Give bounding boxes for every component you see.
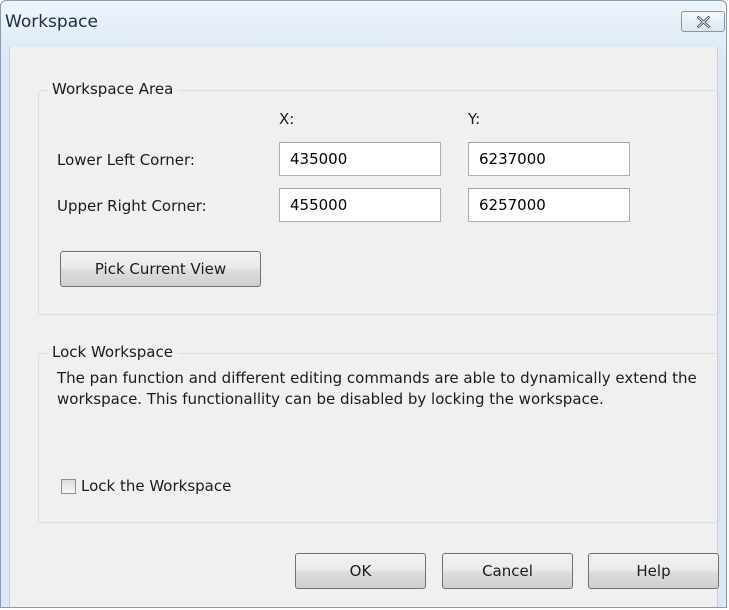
close-icon: [697, 16, 710, 28]
lock-workspace-checkbox-label[interactable]: Lock the Workspace: [81, 477, 231, 495]
window-title: Workspace: [5, 12, 98, 32]
title-bar[interactable]: Workspace: [1, 1, 726, 47]
dialog-body: Workspace Area X: Y: Lower Left Corner: …: [9, 47, 720, 607]
x-column-label: X:: [279, 110, 295, 128]
help-button[interactable]: Help: [588, 553, 719, 589]
lower-left-x-input[interactable]: 435000: [279, 142, 441, 176]
workspace-dialog: Workspace Workspace Area X: Y: Lower Lef…: [0, 0, 727, 608]
workspace-area-group: Workspace Area X: Y: Lower Left Corner: …: [38, 80, 720, 315]
lower-left-y-input[interactable]: 6237000: [468, 142, 630, 176]
upper-right-y-input[interactable]: 6257000: [468, 188, 630, 222]
lock-workspace-checkbox[interactable]: [61, 479, 76, 494]
upper-right-corner-label: Upper Right Corner:: [57, 197, 207, 215]
workspace-area-title: Workspace Area: [47, 80, 179, 98]
lower-left-corner-label: Lower Left Corner:: [57, 151, 195, 169]
ok-button[interactable]: OK: [295, 553, 426, 589]
lock-workspace-description: The pan function and different editing c…: [57, 369, 697, 408]
lock-workspace-group: Lock Workspace The pan function and diff…: [38, 343, 720, 523]
pick-current-view-button[interactable]: Pick Current View: [60, 251, 261, 287]
upper-right-x-input[interactable]: 455000: [279, 188, 441, 222]
lock-workspace-title: Lock Workspace: [47, 343, 178, 361]
cancel-button[interactable]: Cancel: [442, 553, 573, 589]
close-button[interactable]: [681, 11, 725, 32]
y-column-label: Y:: [468, 110, 481, 128]
